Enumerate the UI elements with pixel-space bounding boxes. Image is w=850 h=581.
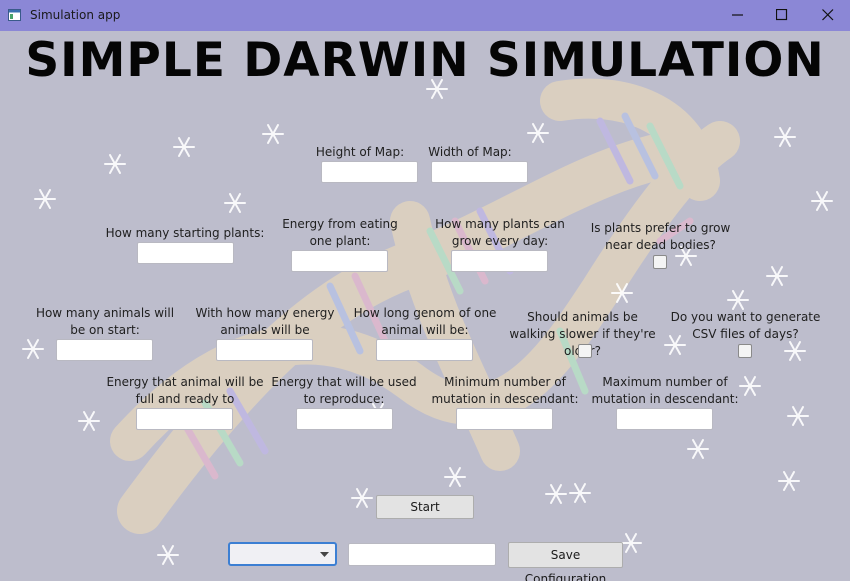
maximize-icon — [776, 9, 788, 21]
plants-per-day-input[interactable] — [451, 250, 548, 272]
starting-plants-label: How many starting plants: — [105, 226, 265, 240]
snowflake-icon — [687, 439, 709, 459]
snowflake-icon — [34, 189, 56, 209]
save-configuration-button[interactable]: Save Configuration — [508, 542, 623, 581]
snowflake-icon — [173, 137, 195, 157]
title-bar: Simulation app — [0, 0, 850, 31]
snowflake-icon — [351, 488, 373, 508]
map-height-label: Height of Map: — [315, 145, 405, 159]
max-mutation-label: Maximum number of mutation in descendant… — [591, 375, 739, 406]
configuration-select[interactable] — [228, 542, 337, 566]
energy-from-plant-input[interactable] — [291, 250, 388, 272]
snowflake-icon — [569, 483, 591, 503]
window-title: Simulation app — [30, 8, 121, 22]
generate-csv-checkbox[interactable] — [738, 344, 752, 358]
genome-length-label: How long genom of one animal will be: — [353, 306, 497, 337]
snowflake-icon — [224, 193, 246, 213]
minimize-icon — [732, 14, 743, 16]
energy-full-input[interactable] — [136, 408, 233, 430]
snowflake-icon — [811, 191, 833, 211]
energy-reproduce-label: Energy that will be used to reproduce: — [271, 375, 417, 406]
snowflake-icon — [157, 545, 179, 565]
generate-csv-label: Do you want to generate CSV files of day… — [670, 310, 821, 341]
starting-energy-input[interactable] — [216, 339, 313, 361]
min-mutation-label: Minimum number of mutation in descendant… — [431, 375, 579, 406]
maximize-button[interactable] — [759, 0, 805, 31]
snowflake-icon — [527, 123, 549, 143]
starting-animals-input[interactable] — [56, 339, 153, 361]
map-width-input[interactable] — [431, 161, 528, 183]
starting-animals-label: How many animals will be on start: — [35, 306, 175, 337]
map-width-label: Width of Map: — [428, 145, 512, 159]
snowflake-icon — [78, 411, 100, 431]
plants-per-day-label: How many plants can grow every day: — [435, 217, 565, 248]
close-button[interactable] — [805, 0, 850, 31]
snowflake-icon — [104, 154, 126, 174]
starting-plants-input[interactable] — [137, 242, 234, 264]
start-button[interactable]: Start — [376, 495, 474, 519]
slower-when-older-checkbox[interactable] — [578, 344, 592, 358]
min-mutation-input[interactable] — [456, 408, 553, 430]
page-title: SIMPLE DARWIN SIMULATION — [25, 33, 825, 88]
app-window: Simulation app SIMPLE DARWIN SIMULATION … — [0, 0, 850, 581]
snowflake-icon — [22, 339, 44, 359]
plants-near-dead-checkbox[interactable] — [653, 255, 667, 269]
genome-length-input[interactable] — [376, 339, 473, 361]
chevron-down-icon — [320, 552, 329, 557]
close-icon — [822, 9, 834, 21]
minimize-button[interactable] — [715, 0, 761, 31]
map-height-input[interactable] — [321, 161, 418, 183]
configuration-name-input[interactable] — [348, 543, 496, 566]
app-window-icon — [8, 9, 21, 21]
snowflake-icon — [727, 290, 749, 310]
snowflake-icon — [545, 484, 567, 504]
snowflake-icon — [787, 406, 809, 426]
snowflake-icon — [766, 266, 788, 286]
snowflake-icon — [262, 124, 284, 144]
plants-near-dead-label: Is plants prefer to grow near dead bodie… — [590, 221, 731, 252]
snowflake-icon — [444, 467, 466, 487]
snowflake-icon — [784, 341, 806, 361]
snowflake-icon — [739, 376, 761, 396]
energy-reproduce-input[interactable] — [296, 408, 393, 430]
energy-from-plant-label: Energy from eating one plant: — [282, 217, 398, 248]
snowflake-icon — [774, 127, 796, 147]
max-mutation-input[interactable] — [616, 408, 713, 430]
snowflake-icon — [620, 533, 642, 553]
snowflake-icon — [778, 471, 800, 491]
